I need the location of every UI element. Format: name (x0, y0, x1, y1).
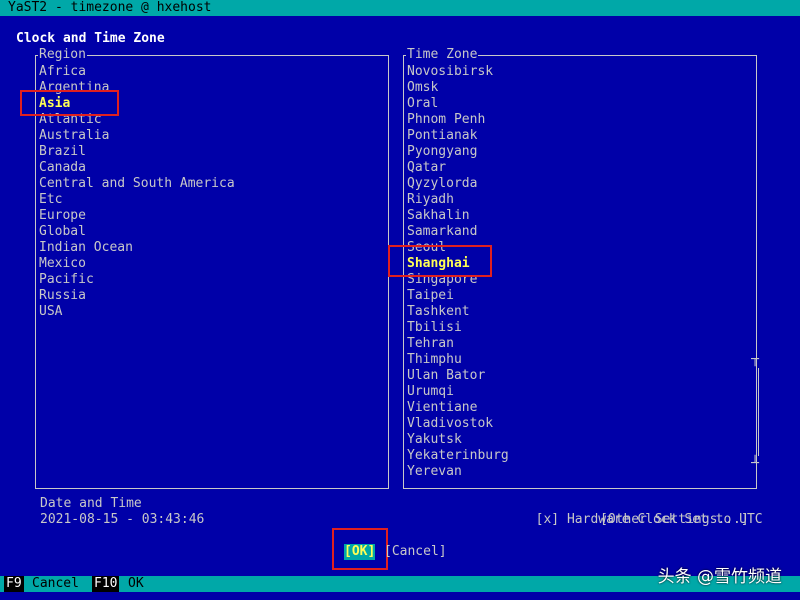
window-title: YaST2 - timezone @ hxehost (0, 0, 800, 16)
timezone-list-item[interactable]: Vientiane (407, 400, 753, 416)
scrollbar-track[interactable] (758, 368, 759, 456)
annotation-box-timezone (388, 245, 492, 277)
timezone-list-item[interactable]: Oral (407, 96, 753, 112)
region-list-item[interactable]: Global (39, 224, 385, 240)
timezone-list-item[interactable]: Pyongyang (407, 144, 753, 160)
timezone-list-item[interactable]: Novosibirsk (407, 64, 753, 80)
timezone-list-item[interactable]: Tashkent (407, 304, 753, 320)
scrollbar-end: ┴ (751, 456, 759, 471)
timezone-list-item[interactable]: Tbilisi (407, 320, 753, 336)
timezone-list-item[interactable]: Taipei (407, 288, 753, 304)
region-list-item[interactable]: Europe (39, 208, 385, 224)
region-list-item[interactable]: Australia (39, 128, 385, 144)
timezone-list-item[interactable]: Yerevan (407, 464, 753, 480)
region-list-item[interactable]: Canada (39, 160, 385, 176)
timezone-list-item[interactable]: Samarkand (407, 224, 753, 240)
timezone-list-item[interactable]: Thimphu (407, 352, 753, 368)
timezone-list-item[interactable]: Qyzylorda (407, 176, 753, 192)
annotation-box-region (20, 90, 119, 116)
timezone-list-item[interactable]: Phnom Penh (407, 112, 753, 128)
region-frame: Region Africa Argentina Asia Atlantic Austra… (35, 47, 389, 489)
region-label: Region (38, 47, 87, 63)
timezone-list-item[interactable]: Vladivostok (407, 416, 753, 432)
region-list-item[interactable]: USA (39, 304, 385, 320)
ok-button[interactable]: [OK] (344, 544, 376, 560)
region-list-item[interactable]: Etc (39, 192, 385, 208)
timezone-list-item[interactable]: Omsk (407, 80, 753, 96)
timezone-list-item[interactable]: Yakutsk (407, 432, 753, 448)
region-list-item[interactable]: Pacific (39, 272, 385, 288)
f9-label[interactable]: Cancel (32, 576, 79, 592)
scrollbar-handle[interactable]: ┬ (751, 352, 759, 368)
region-list-item[interactable]: Brazil (39, 144, 385, 160)
timezone-list-item[interactable]: Sakhalin (407, 208, 753, 224)
timezone-list-item[interactable]: Tehran (407, 336, 753, 352)
checkbox-mark[interactable]: [x] (536, 512, 559, 527)
watermark-text: 头条 @雪竹频道 (657, 567, 782, 587)
cancel-button[interactable]: [Cancel] (384, 544, 447, 560)
region-list-item[interactable]: Russia (39, 288, 385, 304)
timezone-label: Time Zone (406, 47, 479, 63)
f10-key[interactable]: F10 (92, 576, 120, 592)
datetime-value: 2021-08-15 - 03:43:46 (40, 512, 205, 527)
other-settings-button[interactable]: [Other Settings...] (600, 512, 749, 528)
timezone-list-item[interactable]: Pontianak (407, 128, 753, 144)
region-list-item[interactable]: Africa (39, 64, 385, 80)
region-list-item[interactable]: Mexico (39, 256, 385, 272)
datetime-label: Date and Time (40, 496, 142, 511)
timezone-list-item[interactable]: Ulan Bator (407, 368, 753, 384)
region-list-item[interactable]: Central and South America (39, 176, 385, 192)
timezone-list-item[interactable]: Riyadh (407, 192, 753, 208)
dialog-heading: Clock and Time Zone (16, 31, 165, 46)
timezone-list-item[interactable]: Urumqi (407, 384, 753, 400)
f10-label[interactable]: OK (128, 576, 144, 592)
timezone-list-item[interactable]: Qatar (407, 160, 753, 176)
region-list-item[interactable]: Indian Ocean (39, 240, 385, 256)
f9-key[interactable]: F9 (4, 576, 24, 592)
timezone-list-item[interactable]: Yekaterinburg (407, 448, 753, 464)
